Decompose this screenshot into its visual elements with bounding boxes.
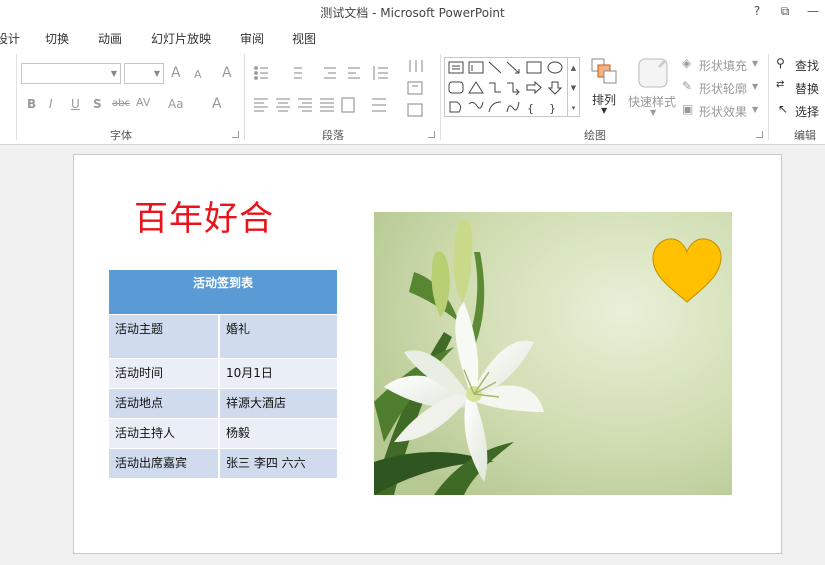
- paragraph-dialog-launcher[interactable]: [428, 131, 435, 138]
- font-dialog-launcher[interactable]: [232, 131, 239, 138]
- pen-icon: ✎: [682, 79, 693, 93]
- chevron-down-icon: ▼: [752, 59, 759, 68]
- slide-title[interactable]: 百年好合: [134, 191, 274, 240]
- shapes-gallery[interactable]: { }: [444, 57, 568, 117]
- chevron-down-icon: ▼: [153, 69, 160, 78]
- group-separator: [244, 54, 245, 140]
- editing-group-label: 编辑: [794, 129, 816, 142]
- table-cell-value[interactable]: 张三 李四 六六: [219, 447, 337, 478]
- replace-label: 替换: [795, 82, 820, 96]
- bold-button[interactable]: B: [27, 97, 36, 111]
- shape-effects-button[interactable]: ▣ 形状效果 ▼: [682, 102, 764, 122]
- shape-outline-button[interactable]: ✎ 形状轮廓 ▼: [682, 79, 764, 99]
- font-color-button[interactable]: A: [212, 96, 222, 112]
- slide-canvas[interactable]: 百年好合 活动签到表 活动主题 婚礼 活动时间 10月1日 活动地点 祥源大酒店…: [73, 154, 782, 554]
- ribbon-tabs: 设计 切换 动画 幻灯片放映 审阅 视图: [0, 26, 825, 50]
- chevron-down-icon: ▼: [752, 82, 759, 91]
- char-spacing-button[interactable]: AV: [136, 96, 150, 109]
- scroll-up-icon[interactable]: ▲: [568, 58, 579, 78]
- tab-review[interactable]: 审阅: [240, 30, 264, 47]
- drawing-dialog-launcher[interactable]: [756, 131, 763, 138]
- shape-fill-label: 形状填充: [699, 59, 748, 73]
- table-header[interactable]: 活动签到表: [109, 270, 337, 314]
- table-row[interactable]: 活动出席嘉宾 张三 李四 六六: [109, 447, 337, 478]
- chevron-down-icon: ▼: [601, 106, 608, 115]
- lily-photo[interactable]: [374, 212, 732, 495]
- sign-in-table[interactable]: 活动签到表 活动主题 婚礼 活动时间 10月1日 活动地点 祥源大酒店 活动主持…: [109, 270, 337, 478]
- svg-text:{: {: [527, 102, 534, 115]
- window-title: 测试文档 - Microsoft PowerPoint: [320, 6, 505, 20]
- chevron-down-icon: ▼: [752, 105, 759, 114]
- quick-styles-button[interactable]: 快速样式 ▼: [626, 56, 678, 122]
- table-cell-value[interactable]: 祥源大酒店: [219, 387, 337, 418]
- change-case-button[interactable]: Aa: [168, 97, 184, 111]
- underline-button[interactable]: U: [71, 97, 80, 111]
- binoculars-icon: ⚲: [776, 56, 785, 70]
- tab-view[interactable]: 视图: [292, 30, 316, 47]
- arrange-icon: [591, 58, 617, 84]
- font-group-label: 字体: [110, 129, 132, 142]
- group-separator: [440, 54, 441, 140]
- shape-fill-button[interactable]: ◈ 形状填充 ▼: [682, 56, 764, 76]
- shape-outline-label: 形状轮廓: [699, 82, 748, 96]
- grow-font-icon[interactable]: A: [171, 65, 181, 81]
- shadow-button[interactable]: S: [93, 97, 102, 111]
- table-cell-label[interactable]: 活动出席嘉宾: [109, 447, 220, 478]
- table-cell-label[interactable]: 活动时间: [109, 357, 220, 388]
- effects-icon: ▣: [682, 102, 694, 116]
- cursor-icon: ↖: [778, 102, 789, 116]
- table-row[interactable]: 活动主持人 杨毅: [109, 417, 337, 448]
- gallery-more-icon[interactable]: ▾: [568, 98, 579, 118]
- table-cell-value[interactable]: 杨毅: [219, 417, 337, 448]
- clear-formatting-icon[interactable]: A: [222, 65, 232, 81]
- tab-transitions[interactable]: 切换: [45, 30, 69, 47]
- tab-design[interactable]: 设计: [0, 30, 20, 47]
- italic-button[interactable]: I: [49, 97, 53, 111]
- replace-icon: ⇄: [776, 79, 785, 90]
- group-separator: [768, 54, 769, 140]
- title-bar: 测试文档 - Microsoft PowerPoint ? ⧉ —: [0, 0, 825, 26]
- text-direction-icons[interactable]: [404, 56, 434, 122]
- table-row[interactable]: 活动时间 10月1日: [109, 357, 337, 388]
- find-label: 查找: [795, 59, 820, 73]
- tab-slideshow[interactable]: 幻灯片放映: [151, 30, 211, 47]
- paint-bucket-icon: ◈: [682, 56, 692, 70]
- select-label: 选择: [795, 105, 820, 119]
- arrange-button[interactable]: 排列 ▼: [588, 56, 622, 122]
- help-button[interactable]: ?: [748, 4, 766, 18]
- minimize-button[interactable]: —: [804, 4, 822, 18]
- group-separator: [16, 54, 17, 140]
- table-cell-label[interactable]: 活动地点: [109, 387, 220, 418]
- drawing-group-label: 绘图: [584, 129, 606, 142]
- find-button[interactable]: ⚲ 查找: [776, 56, 825, 76]
- table-cell-value[interactable]: 婚礼: [219, 313, 337, 358]
- shapes-gallery-scroll[interactable]: ▲ ▼ ▾: [568, 57, 580, 117]
- lily-image: [374, 212, 732, 495]
- shapes-gallery-icons[interactable]: { }: [445, 58, 569, 118]
- strikethrough-button[interactable]: abc: [112, 98, 130, 109]
- table-cell-value[interactable]: 10月1日: [219, 357, 337, 388]
- table-row[interactable]: 活动主题 婚礼: [109, 313, 337, 358]
- restore-ribbon-button[interactable]: ⧉: [776, 4, 794, 19]
- tab-animations[interactable]: 动画: [98, 30, 122, 47]
- table-row[interactable]: 活动地点 祥源大酒店: [109, 387, 337, 418]
- shape-effects-label: 形状效果: [699, 105, 748, 119]
- ribbon: ▼ ▼ A A A B I U S abc AV Aa A 字体 段落 {} …: [0, 50, 825, 145]
- alignment-buttons-row[interactable]: [252, 94, 402, 116]
- list-buttons-row[interactable]: [252, 62, 402, 84]
- replace-button[interactable]: ⇄ 替换: [776, 79, 825, 99]
- scroll-down-icon[interactable]: ▼: [568, 78, 579, 98]
- table-cell-label[interactable]: 活动主持人: [109, 417, 220, 448]
- table-cell-label[interactable]: 活动主题: [109, 313, 220, 358]
- shrink-font-icon[interactable]: A: [194, 68, 202, 81]
- font-name-combo[interactable]: ▼: [21, 63, 121, 84]
- svg-text:}: }: [549, 102, 556, 115]
- select-button[interactable]: ↖ 选择: [776, 102, 825, 122]
- chevron-down-icon: ▼: [110, 69, 117, 78]
- quick-styles-icon: [638, 58, 668, 88]
- paragraph-group-label: 段落: [322, 129, 344, 142]
- font-size-combo[interactable]: ▼: [124, 63, 164, 84]
- chevron-down-icon: ▼: [650, 108, 657, 117]
